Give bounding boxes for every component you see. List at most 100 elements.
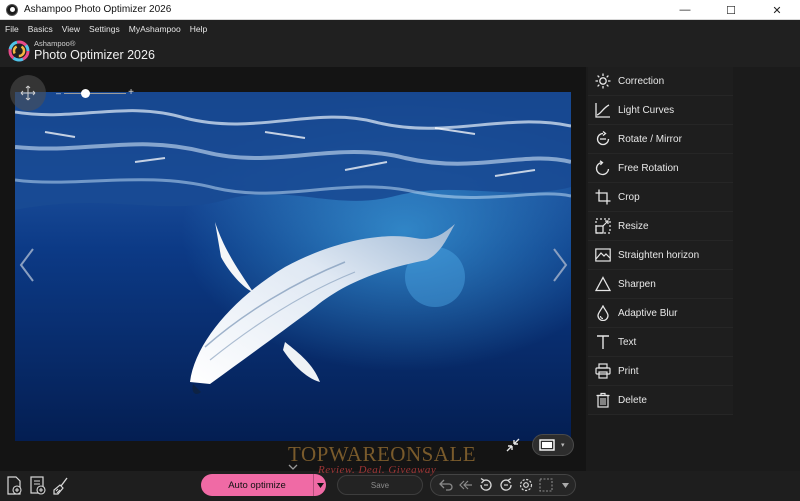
window-titlebar: Ashampoo Photo Optimizer 2026 — ☐ ✕ <box>0 0 800 20</box>
sidebar-item-delete[interactable]: Delete <box>588 386 733 415</box>
trash-icon <box>592 389 614 411</box>
sidebar-item-free-rotation[interactable]: Free Rotation <box>588 154 733 183</box>
sidebar-item-label: Rotate / Mirror <box>618 133 682 145</box>
app-logo-icon <box>6 3 18 16</box>
sidebar-item-light-curves[interactable]: Light Curves <box>588 96 733 125</box>
sidebar-item-straighten-horizon[interactable]: Straighten horizon <box>588 241 733 270</box>
sidebar-item-adaptive-blur[interactable]: Adaptive Blur <box>588 299 733 328</box>
zoom-out-icon[interactable]: – <box>56 88 61 98</box>
window-title: Ashampoo Photo Optimizer 2026 <box>24 4 172 15</box>
auto-optimize-button[interactable]: Auto optimize <box>201 474 326 496</box>
caret-down-icon <box>562 482 569 488</box>
add-folder-button[interactable] <box>28 475 48 497</box>
pan-control[interactable] <box>10 75 46 111</box>
menu-basics[interactable]: Basics <box>28 24 53 34</box>
drop-icon <box>592 302 614 324</box>
save-button[interactable]: Save <box>337 475 423 495</box>
view-mode-button[interactable]: ▾ <box>532 434 574 456</box>
sidebar-item-label: Straighten horizon <box>618 249 700 261</box>
settings-button[interactable] <box>517 477 534 494</box>
menu-help[interactable]: Help <box>190 24 207 34</box>
sidebar-item-print[interactable]: Print <box>588 357 733 386</box>
zoom-track <box>64 93 126 94</box>
menu-view[interactable]: View <box>62 24 80 34</box>
broom-icon <box>53 477 68 495</box>
resize-icon <box>592 215 614 237</box>
undo-icon <box>438 479 453 491</box>
viewer-tools: ▾ <box>500 434 574 456</box>
bottom-toolbar: Auto optimize Save <box>0 471 800 501</box>
sidebar-item-label: Adaptive Blur <box>618 307 678 319</box>
sidebar-item-label: Delete <box>618 394 647 406</box>
chevron-down-icon[interactable] <box>287 464 299 471</box>
sidebar-item-label: Light Curves <box>618 104 675 116</box>
selection-button[interactable] <box>537 477 554 494</box>
add-file-button[interactable] <box>5 475 25 497</box>
text-icon <box>592 331 614 353</box>
sidebar-item-label: Free Rotation <box>618 162 679 174</box>
right-empty-area <box>733 67 800 501</box>
close-button[interactable]: ✕ <box>754 0 800 20</box>
crop-icon <box>592 186 614 208</box>
single-view-icon <box>539 439 555 451</box>
sidebar-item-sharpen[interactable]: Sharpen <box>588 270 733 299</box>
sidebar-item-text[interactable]: Text <box>588 328 733 357</box>
sun-icon <box>592 70 614 92</box>
chevron-right-icon[interactable] <box>550 247 570 283</box>
menu-bar: File Basics View Settings MyAshampoo Hel… <box>0 20 800 37</box>
auto-optimize-dropdown[interactable] <box>313 474 326 496</box>
horizon-icon <box>592 244 614 266</box>
undo-all-button[interactable] <box>457 477 474 494</box>
rotate-icon <box>592 128 614 150</box>
rotate-left-button[interactable] <box>477 477 494 494</box>
curve-icon <box>592 99 614 121</box>
whale-photo <box>15 92 571 441</box>
sidebar-item-correction[interactable]: Correction <box>588 67 733 96</box>
triangle-icon <box>592 273 614 295</box>
zoom-in-icon[interactable]: + <box>128 87 134 98</box>
sidebar-item-rotate-mirror[interactable]: Rotate / Mirror <box>588 125 733 154</box>
fit-to-window-button[interactable] <box>500 434 526 456</box>
caret-down-icon: ▾ <box>561 442 565 449</box>
sidebar-item-resize[interactable]: Resize <box>588 212 733 241</box>
menu-file[interactable]: File <box>5 24 19 34</box>
window-controls: — ☐ ✕ <box>662 0 800 20</box>
shrink-arrows-icon <box>506 438 520 452</box>
move-icon <box>20 85 36 101</box>
rotate-right-button[interactable] <box>497 477 514 494</box>
minimize-button[interactable]: — <box>662 0 708 20</box>
brand-vendor: Ashampoo® <box>34 39 76 48</box>
free-rotation-icon <box>592 157 614 179</box>
selection-icon <box>538 478 553 492</box>
undo-button[interactable] <box>437 477 454 494</box>
zoom-knob[interactable] <box>81 89 91 98</box>
add-folder-icon <box>30 476 46 495</box>
printer-icon <box>592 360 614 382</box>
clean-button[interactable] <box>51 475 71 497</box>
add-file-icon <box>7 476 22 495</box>
sidebar-item-label: Text <box>618 336 637 348</box>
sidebar-item-label: Resize <box>618 220 649 232</box>
sidebar-item-label: Sharpen <box>618 278 656 290</box>
auto-optimize-label: Auto optimize <box>228 479 286 491</box>
sidebar-item-label: Print <box>618 365 639 377</box>
rotate-left-icon <box>479 477 492 491</box>
maximize-button[interactable]: ☐ <box>708 0 754 20</box>
image-viewer[interactable]: – + ▾ <box>0 67 586 471</box>
sidebar-item-label: Crop <box>618 191 640 203</box>
ashampoo-logo-icon <box>8 40 30 62</box>
caret-down-icon <box>316 482 324 488</box>
brand-bar: Ashampoo® Photo Optimizer 2026 <box>0 37 800 67</box>
brand-product-name: Photo Optimizer 2026 <box>34 48 155 62</box>
gear-icon <box>519 478 532 492</box>
menu-settings[interactable]: Settings <box>89 24 120 34</box>
undo-all-icon <box>458 480 472 490</box>
sidebar-item-label: Correction <box>618 75 665 87</box>
chevron-left-icon[interactable] <box>17 247 37 283</box>
menu-myashampoo[interactable]: MyAshampoo <box>129 24 181 34</box>
history-dropdown[interactable] <box>557 477 574 494</box>
sidebar-item-crop[interactable]: Crop <box>588 183 733 212</box>
zoom-slider[interactable]: – + <box>56 87 134 99</box>
tools-sidebar: Correction Light Curves Rotate / Mirror … <box>588 67 733 415</box>
rotate-right-icon <box>499 477 512 491</box>
